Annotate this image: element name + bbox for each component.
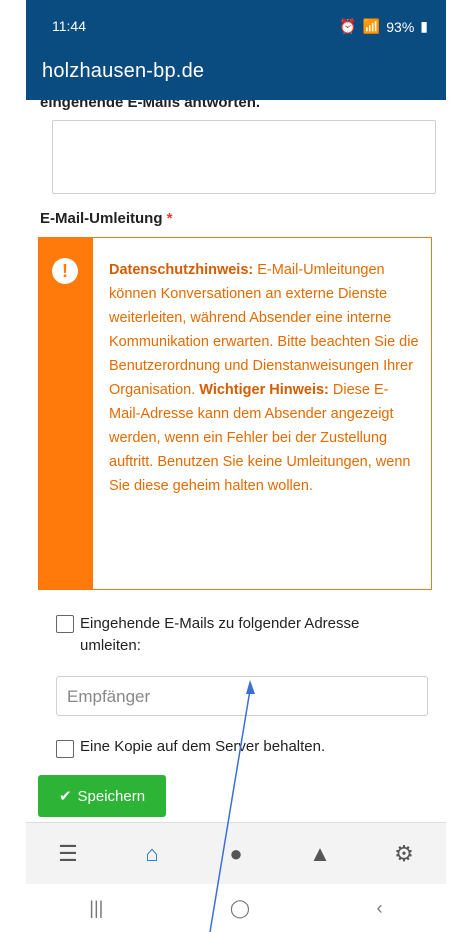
bottom-tab-bar: ☰ ⌂ ● ▲ ⚙	[26, 822, 446, 885]
important-text: Diese E-Mail-Adresse kann dem Absender a…	[109, 382, 411, 494]
alarm-icon: ⏰	[339, 18, 357, 34]
settings-form: eingehende E-Mails antworten. E-Mail-Uml…	[26, 100, 446, 820]
warning-bar: !	[39, 238, 93, 589]
back-icon[interactable]: ‹	[377, 898, 383, 919]
forward-checkbox-row[interactable]: Eingehende E-Mails zu folgender Adresse …	[56, 613, 416, 657]
forward-checkbox-label: Eingehende E-Mails zu folgender Adresse …	[80, 615, 360, 654]
reply-textarea[interactable]	[52, 120, 436, 194]
warning-text: Datenschutzhinweis: E-Mail-Umleitungen k…	[109, 258, 419, 498]
important-title: Wichtiger Hinweis:	[199, 382, 329, 398]
reply-label: eingehende E-Mails antworten.	[40, 100, 261, 111]
chat-icon[interactable]: ●	[216, 841, 256, 867]
battery-icon: ▮	[420, 18, 428, 34]
app-title: holzhausen-bp.de	[42, 60, 205, 82]
checkmark-icon: ✔	[58, 788, 72, 805]
battery-level: 93%	[386, 18, 415, 35]
app-bar: holzhausen-bp.de	[26, 46, 446, 100]
system-navigation-bar: ||| ◯ ‹	[26, 884, 446, 932]
keep-copy-label: Eine Kopie auf dem Server behalten.	[80, 738, 326, 755]
bell-icon[interactable]: ▲	[300, 841, 340, 867]
forward-label-text: E-Mail-Umleitung	[40, 210, 163, 227]
status-time: 11:44	[52, 18, 86, 34]
gear-icon[interactable]: ⚙	[384, 841, 424, 867]
required-mark: *	[166, 210, 173, 227]
keep-copy-row[interactable]: Eine Kopie auf dem Server behalten.	[56, 738, 325, 758]
forward-section-label: E-Mail-Umleitung *	[40, 210, 173, 227]
status-icons: ⏰ 📶 93% ▮	[339, 18, 428, 35]
home-button-icon[interactable]: ◯	[230, 898, 250, 919]
save-button[interactable]: ✔ Speichern	[38, 775, 166, 817]
privacy-warning-box: ! Datenschutzhinweis: E-Mail-Umleitungen…	[38, 237, 432, 590]
privacy-title: Datenschutzhinweis:	[109, 262, 254, 278]
home-icon[interactable]: ⌂	[132, 841, 172, 867]
status-bar: 11:44 ⏰ 📶 93% ▮	[26, 0, 446, 46]
menu-icon[interactable]: ☰	[48, 841, 88, 867]
exclamation-icon: !	[52, 258, 78, 284]
recent-apps-icon[interactable]: |||	[89, 898, 103, 919]
keep-copy-checkbox[interactable]	[56, 740, 74, 758]
wifi-icon: 📶	[362, 18, 381, 34]
privacy-text: E-Mail-Umleitungen können Konversationen…	[109, 262, 419, 398]
forward-checkbox[interactable]	[56, 615, 74, 633]
save-label: Speichern	[77, 787, 146, 805]
recipient-input[interactable]: Empfänger	[56, 676, 428, 716]
